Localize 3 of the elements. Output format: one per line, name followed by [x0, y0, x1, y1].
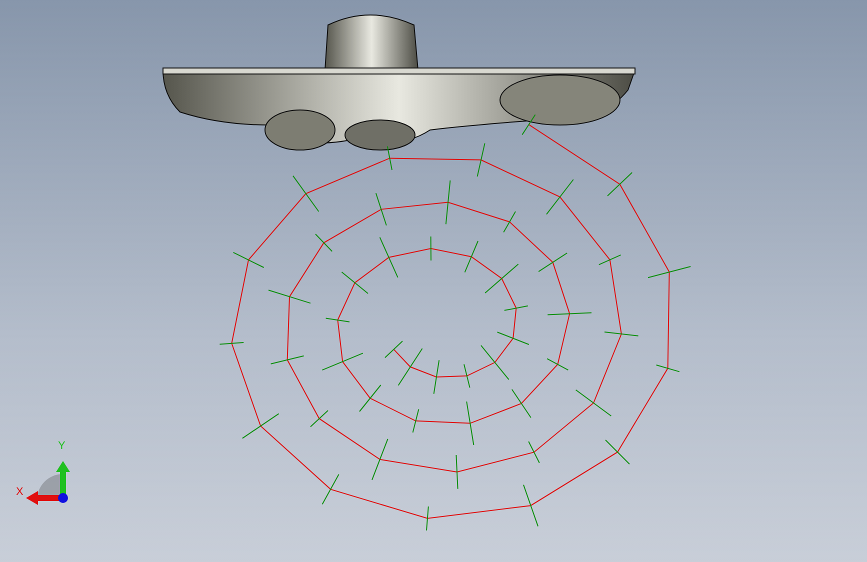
- x-axis-label: X: [16, 487, 24, 498]
- y-axis-label: Y: [58, 441, 66, 452]
- z-axis-dot-icon: [58, 493, 68, 503]
